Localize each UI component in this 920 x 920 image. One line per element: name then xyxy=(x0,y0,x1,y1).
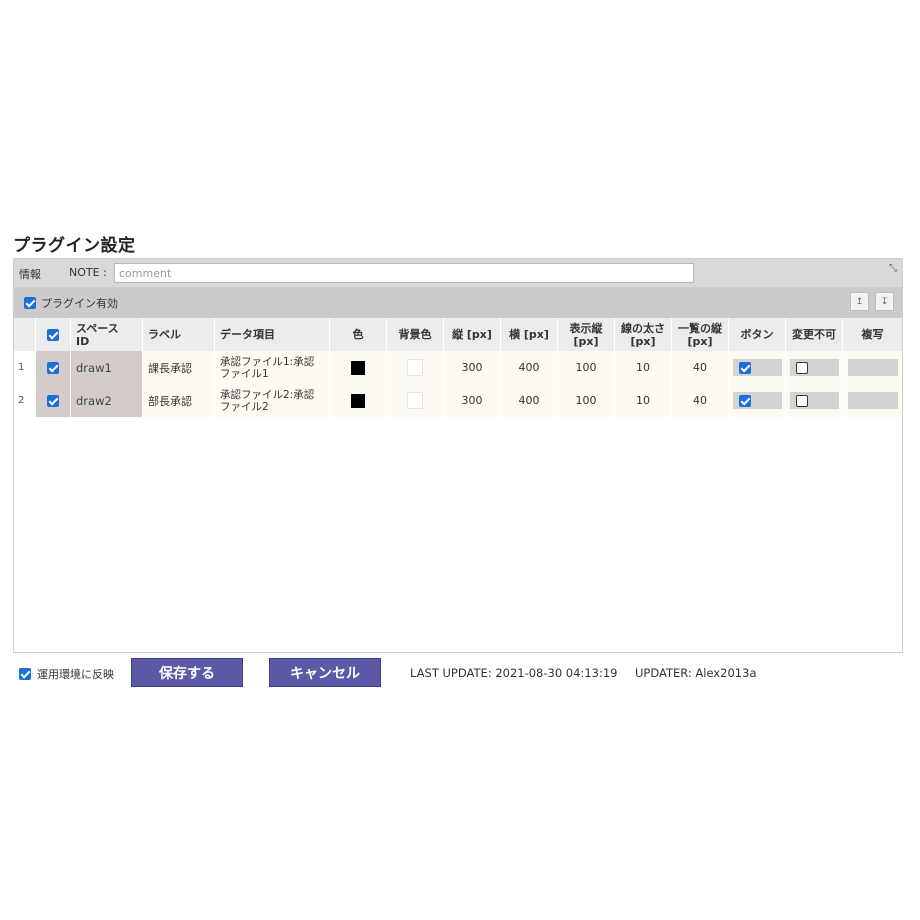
height-cell[interactable]: 300 xyxy=(444,351,501,384)
readonly-field xyxy=(789,392,839,409)
select-all-checkbox[interactable] xyxy=(47,328,59,341)
copy-cell xyxy=(843,384,902,417)
display-height-cell[interactable]: 100 xyxy=(558,384,615,417)
plugin-enable-bar: プラグイン有効 ↥ ↧ xyxy=(14,287,902,318)
note-input[interactable] xyxy=(114,263,694,283)
header-readonly: 変更不可 xyxy=(786,318,843,351)
apply-env-checkbox[interactable] xyxy=(19,668,31,680)
readonly-checkbox[interactable] xyxy=(795,394,808,407)
header-line-width: 線の太さ [px] xyxy=(615,318,672,351)
plugin-enabled-label: プラグイン有効 xyxy=(41,297,118,310)
plugin-enabled-checkbox[interactable] xyxy=(24,297,36,309)
data-item-cell[interactable]: 承認ファイル1:承認 ファイル1 xyxy=(215,351,330,384)
header-height: 縦 [px] xyxy=(444,318,501,351)
color-cell xyxy=(330,384,387,417)
info-label: 情報 xyxy=(19,268,41,281)
row-select-checkbox[interactable] xyxy=(47,394,59,407)
bg-color-cell xyxy=(387,351,444,384)
row-select-cell xyxy=(36,351,71,384)
header-select-all xyxy=(36,318,71,351)
width-cell[interactable]: 400 xyxy=(501,351,558,384)
bg-color-swatch[interactable] xyxy=(407,392,423,409)
header-list-height: 一覧の縦 [px] xyxy=(672,318,729,351)
apply-env-label: 運用環境に反映 xyxy=(37,668,114,681)
line-width-cell[interactable]: 10 xyxy=(615,351,672,384)
space-id-cell[interactable]: draw2 xyxy=(71,384,143,417)
header-button: ボタン xyxy=(729,318,786,351)
row-number: 1 xyxy=(14,351,36,384)
row-select-checkbox[interactable] xyxy=(47,361,59,374)
readonly-field xyxy=(789,359,839,376)
button-field xyxy=(732,392,782,409)
button-cell xyxy=(729,384,786,417)
move-up-icon[interactable]: ↥ xyxy=(850,292,869,311)
move-down-icon[interactable]: ↧ xyxy=(875,292,894,311)
list-height-cell[interactable]: 40 xyxy=(672,384,729,417)
apply-env-toggle: 運用環境に反映 xyxy=(19,666,114,682)
color-swatch[interactable] xyxy=(351,393,365,408)
save-button[interactable]: 保存する xyxy=(131,658,243,687)
readonly-cell xyxy=(786,351,843,384)
header-display-height: 表示縦 [px] xyxy=(558,318,615,351)
header-width: 横 [px] xyxy=(501,318,558,351)
color-cell xyxy=(330,351,387,384)
header-data-item: データ項目 xyxy=(215,318,330,351)
bg-color-cell xyxy=(387,384,444,417)
readonly-checkbox[interactable] xyxy=(795,361,808,374)
header-bg-color: 背景色 xyxy=(387,318,444,351)
line-width-cell[interactable]: 10 xyxy=(615,384,672,417)
color-swatch[interactable] xyxy=(351,360,365,375)
width-cell[interactable]: 400 xyxy=(501,384,558,417)
last-update-text: LAST UPDATE: 2021-08-30 04:13:19 xyxy=(410,666,618,680)
height-cell[interactable]: 300 xyxy=(444,384,501,417)
info-bar: 情報 NOTE : ⤡ xyxy=(14,259,902,287)
header-label: ラベル xyxy=(143,318,215,351)
button-checkbox[interactable] xyxy=(738,361,751,374)
bg-color-swatch[interactable] xyxy=(407,359,423,376)
header-space-id: スペース ID xyxy=(71,318,143,351)
label-cell[interactable]: 部長承認 xyxy=(143,384,215,417)
copy-field[interactable] xyxy=(847,392,898,409)
row-number: 2 xyxy=(14,384,36,417)
plugin-settings-panel: 情報 NOTE : ⤡ プラグイン有効 ↥ ↧ スペース ID ラベル データ項… xyxy=(13,258,903,653)
header-rownum xyxy=(14,318,36,351)
expand-icon[interactable]: ⤡ xyxy=(889,263,897,274)
display-height-cell[interactable]: 100 xyxy=(558,351,615,384)
header-color: 色 xyxy=(330,318,387,351)
copy-cell xyxy=(843,351,902,384)
data-item-cell[interactable]: 承認ファイル2:承認 ファイル2 xyxy=(215,384,330,417)
button-field xyxy=(732,359,782,376)
space-id-cell[interactable]: draw1 xyxy=(71,351,143,384)
row-select-cell xyxy=(36,384,71,417)
button-checkbox[interactable] xyxy=(738,394,751,407)
readonly-cell xyxy=(786,384,843,417)
cancel-button[interactable]: キャンセル xyxy=(269,658,381,687)
copy-field[interactable] xyxy=(847,359,898,376)
header-copy: 複写 xyxy=(843,318,902,351)
button-cell xyxy=(729,351,786,384)
updater-text: UPDATER: Alex2013a xyxy=(635,666,757,680)
label-cell[interactable]: 課長承認 xyxy=(143,351,215,384)
page-title: プラグイン設定 xyxy=(13,236,136,256)
list-height-cell[interactable]: 40 xyxy=(672,351,729,384)
note-label: NOTE : xyxy=(69,266,107,279)
